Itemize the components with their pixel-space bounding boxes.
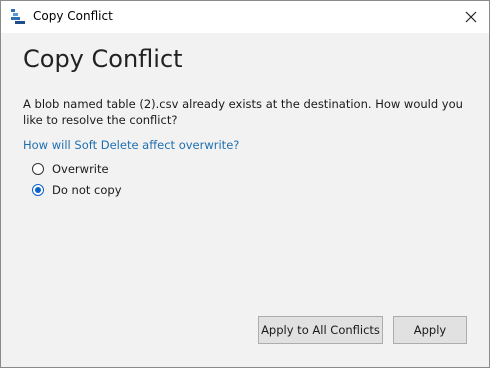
close-icon bbox=[465, 8, 477, 27]
dialog-heading: Copy Conflict bbox=[23, 45, 183, 73]
overwrite-label: Overwrite bbox=[52, 162, 109, 176]
radio-selected-dot bbox=[35, 187, 41, 193]
overwrite-option[interactable]: Overwrite bbox=[32, 160, 109, 178]
overwrite-radio[interactable] bbox=[32, 163, 44, 175]
title-bar[interactable]: Copy Conflict bbox=[1, 1, 489, 33]
copy-conflict-dialog: Copy Conflict Copy Conflict A blob named… bbox=[0, 0, 490, 368]
conflict-message: A blob named table (2).csv already exist… bbox=[23, 97, 463, 127]
do-not-copy-label: Do not copy bbox=[52, 183, 122, 197]
do-not-copy-option[interactable]: Do not copy bbox=[32, 181, 122, 199]
do-not-copy-radio[interactable] bbox=[32, 184, 44, 196]
apply-button[interactable]: Apply bbox=[393, 316, 467, 344]
close-button[interactable] bbox=[459, 5, 483, 29]
window-title: Copy Conflict bbox=[33, 9, 113, 23]
apply-to-all-conflicts-button[interactable]: Apply to All Conflicts bbox=[258, 316, 383, 344]
soft-delete-help-link[interactable]: How will Soft Delete affect overwrite? bbox=[23, 138, 239, 152]
azure-storage-explorer-icon bbox=[11, 9, 25, 25]
